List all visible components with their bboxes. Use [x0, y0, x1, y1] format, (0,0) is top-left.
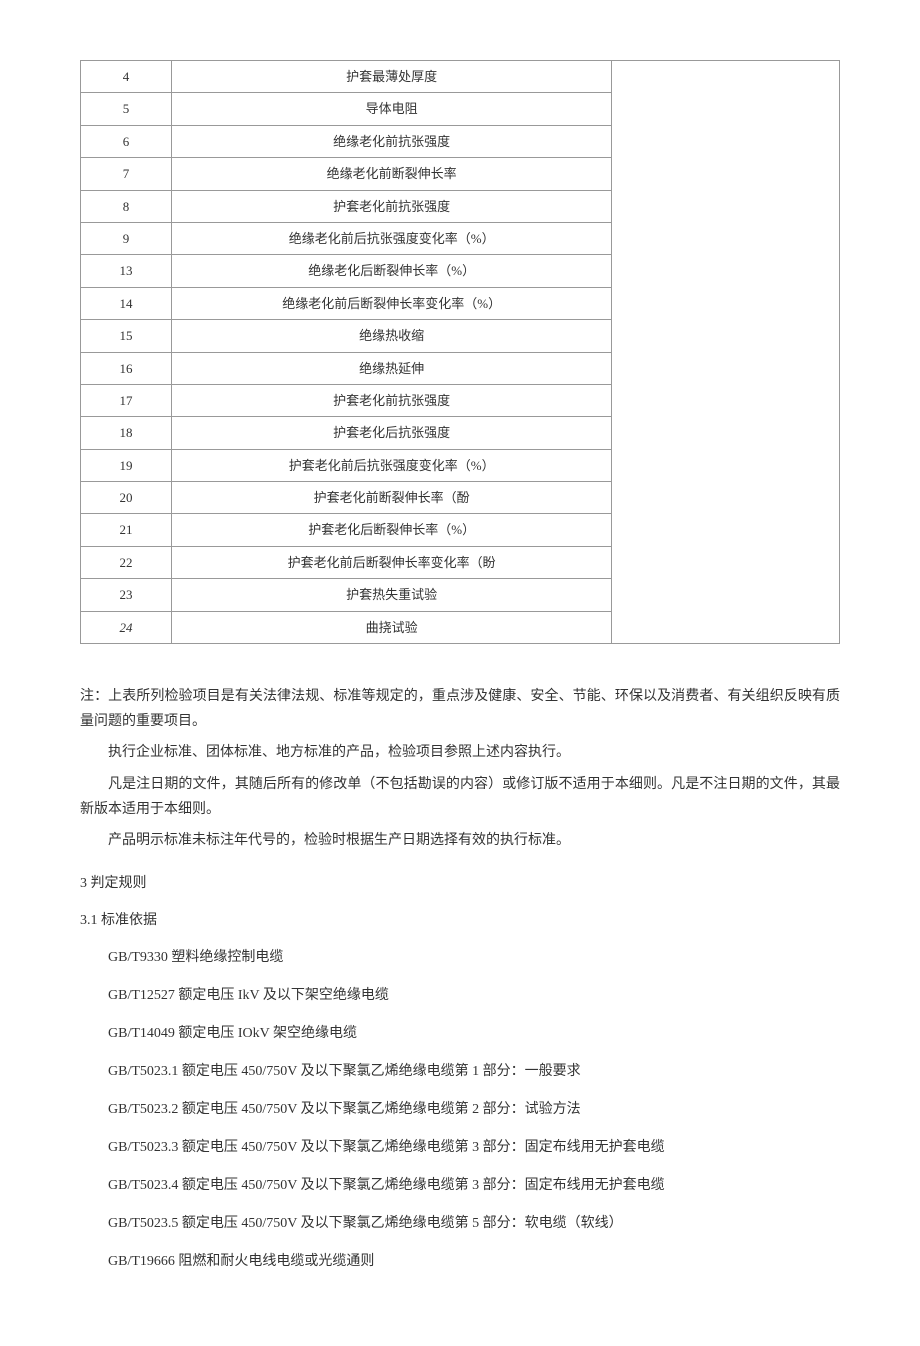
standard-item: GB/T5023.2 额定电压 450/750V 及以下聚氯乙烯绝缘电缆第 2 … [80, 1096, 840, 1124]
row-description: 绝缘老化前后抗张强度变化率（%） [172, 222, 612, 254]
row-description: 护套老化前后断裂伸长率变化率（盼 [172, 546, 612, 578]
row-description: 绝缘老化前后断裂伸长率变化率（%） [172, 287, 612, 319]
row-description: 绝缘热收缩 [172, 320, 612, 352]
note-text: 注：上表所列检验项目是有关法律法规、标准等规定的，重点涉及健康、安全、节能、环保… [80, 684, 840, 734]
row-description: 护套老化后断裂伸长率（%） [172, 514, 612, 546]
row-number: 5 [81, 93, 172, 125]
row-number: 4 [81, 61, 172, 93]
standards-list: GB/T9330 塑料绝缘控制电缆 GB/T12527 额定电压 IkV 及以下架… [80, 944, 840, 1276]
row-description: 绝缘热延伸 [172, 352, 612, 384]
standard-item: GB/T5023.3 额定电压 450/750V 及以下聚氯乙烯绝缘电缆第 3 … [80, 1134, 840, 1162]
row-number: 22 [81, 546, 172, 578]
standard-item: GB/T19666 阻燃和耐火电线电缆或光缆通则 [80, 1248, 840, 1276]
paragraph-text: 产品明示标准未标注年代号的，检验时根据生产日期选择有效的执行标准。 [80, 828, 840, 853]
row-number: 17 [81, 384, 172, 416]
standard-item: GB/T14049 额定电压 IOkV 架空绝缘电缆 [80, 1020, 840, 1048]
row-description: 护套最薄处厚度 [172, 61, 612, 93]
row-number: 6 [81, 125, 172, 157]
row-description: 护套热失重试验 [172, 579, 612, 611]
standard-item: GB/T5023.5 额定电压 450/750V 及以下聚氯乙烯绝缘电缆第 5 … [80, 1210, 840, 1238]
table-row: 4护套最薄处厚度 [81, 61, 840, 93]
row-description: 护套老化前抗张强度 [172, 190, 612, 222]
row-number: 23 [81, 579, 172, 611]
subsection-heading: 3.1 标准依据 [80, 908, 840, 933]
row-number: 7 [81, 158, 172, 190]
row-number: 14 [81, 287, 172, 319]
empty-cell [612, 61, 840, 644]
row-description: 导体电阻 [172, 93, 612, 125]
row-number: 20 [81, 482, 172, 514]
row-number: 21 [81, 514, 172, 546]
row-description: 绝缘老化前抗张强度 [172, 125, 612, 157]
row-number: 16 [81, 352, 172, 384]
row-description: 绝缘老化后断裂伸长率（%） [172, 255, 612, 287]
standard-item: GB/T12527 额定电压 IkV 及以下架空绝缘电缆 [80, 982, 840, 1010]
row-description: 护套老化后抗张强度 [172, 417, 612, 449]
paragraph-text: 执行企业标准、团体标准、地方标准的产品，检验项目参照上述内容执行。 [80, 740, 840, 765]
standard-item: GB/T5023.1 额定电压 450/750V 及以下聚氯乙烯绝缘电缆第 1 … [80, 1058, 840, 1086]
row-description: 护套老化前抗张强度 [172, 384, 612, 416]
row-number: 8 [81, 190, 172, 222]
row-number: 18 [81, 417, 172, 449]
row-number: 9 [81, 222, 172, 254]
inspection-items-table: 4护套最薄处厚度5导体电阻6绝缘老化前抗张强度7绝缘老化前断裂伸长率8护套老化前… [80, 60, 840, 644]
row-description: 绝缘老化前断裂伸长率 [172, 158, 612, 190]
row-number: 13 [81, 255, 172, 287]
paragraph-text: 凡是注日期的文件，其随后所有的修改单（不包括勘误的内容）或修订版不适用于本细则。… [80, 772, 840, 822]
row-number: 24 [81, 611, 172, 643]
row-number: 19 [81, 449, 172, 481]
row-number: 15 [81, 320, 172, 352]
row-description: 曲挠试验 [172, 611, 612, 643]
row-description: 护套老化前断裂伸长率（酚 [172, 482, 612, 514]
row-description: 护套老化前后抗张强度变化率（%） [172, 449, 612, 481]
standard-item: GB/T5023.4 额定电压 450/750V 及以下聚氯乙烯绝缘电缆第 3 … [80, 1172, 840, 1200]
standard-item: GB/T9330 塑料绝缘控制电缆 [80, 944, 840, 972]
section-heading: 3 判定规则 [80, 871, 840, 896]
